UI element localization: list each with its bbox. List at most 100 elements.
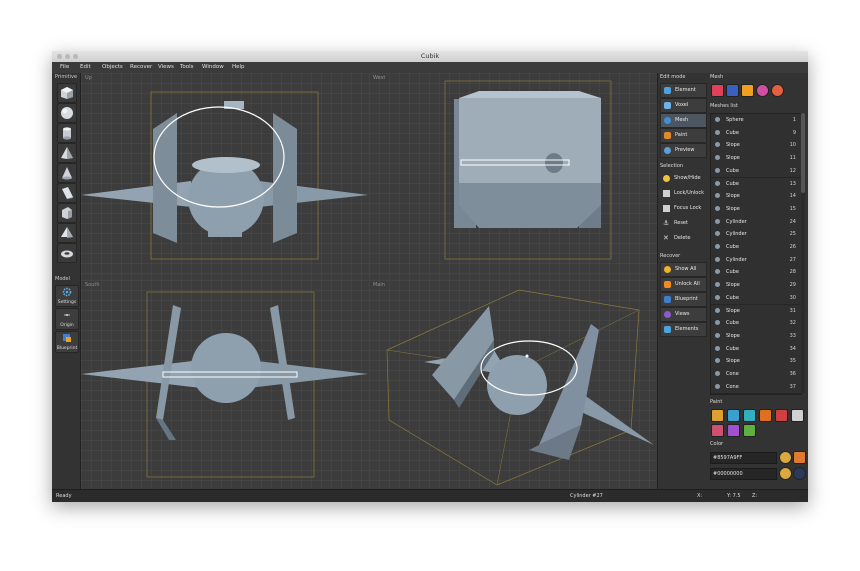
wedge-icon xyxy=(62,207,72,219)
settings-button[interactable]: Settings xyxy=(55,285,79,307)
paint-mode-button[interactable]: Paint xyxy=(660,128,707,143)
mesh-select-icon[interactable] xyxy=(726,84,739,97)
elements-icon xyxy=(664,326,671,333)
element-icon xyxy=(664,87,671,94)
slope-primitive-button[interactable] xyxy=(57,183,77,203)
mesh-list-item[interactable]: Slope 11 xyxy=(711,152,801,166)
viewport-west[interactable]: West xyxy=(369,73,657,279)
blueprint-button[interactable]: Blueprint xyxy=(55,331,79,353)
preview-mode-button[interactable]: Preview xyxy=(660,143,707,158)
mesh-list-item[interactable]: Cube 13 xyxy=(711,177,801,192)
mesh-list-item[interactable]: Slope 10 xyxy=(711,139,801,154)
prism-primitive-button[interactable] xyxy=(57,223,77,243)
cube-primitive-button[interactable] xyxy=(57,83,77,103)
recover-blueprint-button[interactable]: Blueprint xyxy=(660,292,707,307)
cone-primitive-button[interactable] xyxy=(57,163,77,183)
sphere-primitive-button[interactable] xyxy=(57,103,77,123)
mesh-color-icon[interactable] xyxy=(756,84,769,97)
brush-icon[interactable] xyxy=(711,409,724,422)
status-z: Z: xyxy=(752,493,758,499)
primary-picker-icon[interactable] xyxy=(793,451,806,464)
picker-icon[interactable] xyxy=(727,424,740,437)
mesh-list-item[interactable]: Cylinder 25 xyxy=(711,228,801,242)
pyramid-primitive-button[interactable] xyxy=(57,143,77,163)
mesh-list-item[interactable]: Cone 36 xyxy=(711,368,801,382)
swap-colors-icon[interactable] xyxy=(793,467,806,480)
mesh-layers-icon[interactable] xyxy=(741,84,754,97)
mesh-palette-icon[interactable] xyxy=(771,84,784,97)
paint-label: Paint xyxy=(675,132,688,138)
viewport-south[interactable]: South xyxy=(81,280,368,489)
rect-icon[interactable] xyxy=(743,409,756,422)
viewport-main[interactable]: Main xyxy=(369,280,657,489)
menu-help[interactable]: Help xyxy=(232,62,245,73)
mesh-id: 31 xyxy=(789,307,796,314)
unlock-all-button[interactable]: Unlock All xyxy=(660,277,707,292)
mesh-list-item[interactable]: Cylinder 24 xyxy=(711,215,801,230)
mesh-list-item[interactable]: Slope 15 xyxy=(711,202,801,217)
primary-color-field[interactable]: #8597A9FF xyxy=(710,452,777,464)
viewport-up[interactable]: Up xyxy=(81,73,368,279)
torus-primitive-button[interactable] xyxy=(57,243,77,263)
show-all-button[interactable]: Show All xyxy=(660,262,707,277)
eraser-icon[interactable] xyxy=(791,409,804,422)
menu-file[interactable]: File xyxy=(60,62,69,73)
brush-red-icon[interactable] xyxy=(775,409,788,422)
meshes-list-scrollbar[interactable] xyxy=(801,113,805,393)
recover-views-button[interactable]: Views xyxy=(660,307,707,322)
cube-icon xyxy=(61,87,73,99)
close-window-button[interactable] xyxy=(57,54,62,59)
mesh-list-item[interactable]: Cube 32 xyxy=(711,317,801,331)
primary-palette-icon[interactable] xyxy=(779,451,792,464)
mesh-list-item[interactable]: Slope 14 xyxy=(711,190,801,204)
mesh-id: 32 xyxy=(789,320,796,327)
recover-elements-button[interactable]: Elements xyxy=(660,322,707,337)
line-icon[interactable] xyxy=(727,409,740,422)
element-mode-button[interactable]: Element xyxy=(660,83,707,98)
secondary-color-field[interactable]: #00000000 xyxy=(710,468,777,480)
mesh-list-item[interactable]: Cube 26 xyxy=(711,241,801,255)
origin-button[interactable]: Origin xyxy=(55,308,79,330)
mesh-list-item[interactable]: Cube 12 xyxy=(711,164,801,179)
mesh-list-item[interactable]: Cylinder 27 xyxy=(711,253,801,268)
delete-button[interactable]: ✕ Delete xyxy=(660,232,705,245)
mesh-list-item[interactable]: Cone 37 xyxy=(711,380,801,394)
mesh-list-item[interactable]: Cube 28 xyxy=(711,266,801,281)
scrollbar-thumb[interactable] xyxy=(801,113,805,193)
wedge-primitive-button[interactable] xyxy=(57,203,77,223)
menu-views[interactable]: Views xyxy=(158,62,174,73)
texture-icon[interactable] xyxy=(743,424,756,437)
mesh-add-icon[interactable] xyxy=(711,84,724,97)
menu-window[interactable]: Window xyxy=(202,62,224,73)
viewport-up-label: Up xyxy=(85,75,92,81)
mesh-list-item[interactable]: Cube 34 xyxy=(711,342,801,357)
mesh-list-item[interactable]: Slope 31 xyxy=(711,304,801,319)
voxel-label: Voxel xyxy=(675,102,689,108)
cube-mesh-icon xyxy=(715,167,720,173)
mesh-list-item[interactable]: Slope 33 xyxy=(711,329,801,344)
south-view-model xyxy=(81,291,368,478)
voxel-mode-button[interactable]: Voxel xyxy=(660,98,707,113)
mesh-list-item[interactable]: Sphere 1 xyxy=(711,114,801,128)
cylinder-mesh-icon xyxy=(715,218,720,224)
focus-lock-button[interactable]: Focus Lock xyxy=(660,202,705,215)
menu-tools[interactable]: Tools xyxy=(180,62,194,73)
menu-edit[interactable]: Edit xyxy=(80,62,91,73)
mesh-list-item[interactable]: Cube 30 xyxy=(711,291,801,306)
reset-button[interactable]: ⚓ Reset xyxy=(660,217,705,230)
zoom-window-button[interactable] xyxy=(73,54,78,59)
cylinder-primitive-button[interactable] xyxy=(57,123,77,143)
mesh-mode-button[interactable]: Mesh xyxy=(660,113,707,128)
menu-recover[interactable]: Recover xyxy=(130,62,152,73)
minimize-window-button[interactable] xyxy=(65,54,70,59)
secondary-palette-icon[interactable] xyxy=(779,467,792,480)
show-hide-button[interactable]: Show/Hide xyxy=(660,172,705,185)
lock-unlock-button[interactable]: Lock/Unlock xyxy=(660,187,705,200)
brush-orange-icon[interactable] xyxy=(759,409,772,422)
menu-objects[interactable]: Objects xyxy=(102,62,123,73)
fill-icon[interactable] xyxy=(711,424,724,437)
cube-mesh-icon xyxy=(715,244,720,249)
mesh-list-item[interactable]: Slope 29 xyxy=(711,279,801,293)
mesh-list-item[interactable]: Slope 35 xyxy=(711,355,801,369)
mesh-list-item[interactable]: Cube 9 xyxy=(711,126,801,141)
